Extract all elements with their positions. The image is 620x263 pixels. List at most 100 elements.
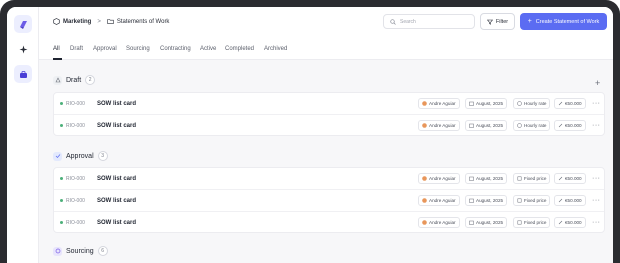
row-title: SOW list card bbox=[97, 219, 137, 226]
tab-draft[interactable]: Draft bbox=[70, 46, 83, 52]
draft-card: RIO-000 SOW list card Andre Aguiar Augus… bbox=[53, 92, 605, 136]
avatar bbox=[422, 101, 427, 106]
search-placeholder: Search bbox=[400, 18, 416, 25]
plus-icon: + bbox=[527, 18, 532, 25]
section-header-approval[interactable]: Approval 3 bbox=[53, 150, 108, 162]
active-tab-indicator bbox=[53, 58, 62, 60]
section-header-sourcing[interactable]: Sourcing 6 bbox=[53, 245, 108, 257]
more-options-icon[interactable]: ··· bbox=[592, 100, 601, 107]
section-title: Draft bbox=[66, 76, 82, 84]
status-tabs: All Draft Approval Sourcing Contracting … bbox=[39, 39, 613, 60]
tag-icon bbox=[517, 198, 522, 203]
approval-card: RIO-000 SOW list card Andre Aguiar Augus… bbox=[53, 167, 605, 233]
more-options-icon[interactable]: ··· bbox=[592, 122, 601, 129]
top-bar: Marketing > Statements of Work Search Fi… bbox=[39, 7, 613, 39]
calendar-icon bbox=[469, 220, 474, 225]
date-chip[interactable]: August, 2025 bbox=[465, 173, 508, 184]
create-sow-button[interactable]: + Create Statement of Work bbox=[520, 13, 607, 30]
more-options-icon[interactable]: ··· bbox=[592, 197, 601, 204]
link-icon bbox=[558, 198, 563, 203]
create-label: Create Statement of Work bbox=[535, 18, 600, 25]
clock-icon bbox=[517, 123, 522, 128]
status-dot bbox=[60, 102, 63, 105]
calendar-icon bbox=[469, 176, 474, 181]
search-input[interactable]: Search bbox=[383, 14, 475, 29]
table-row[interactable]: RIO-000 SOW list card Andre Aguiar Augus… bbox=[54, 115, 604, 136]
app-screen: Marketing > Statements of Work Search Fi… bbox=[7, 7, 613, 263]
breadcrumb-workspace[interactable]: Marketing bbox=[63, 19, 91, 25]
row-title: SOW list card bbox=[97, 122, 137, 129]
tab-approval[interactable]: Approval bbox=[93, 46, 117, 52]
section-title: Approval bbox=[66, 152, 94, 160]
rate-chip[interactable]: Hourly rate bbox=[513, 98, 551, 109]
amount-chip[interactable]: €50.000 bbox=[554, 195, 586, 206]
table-row[interactable]: RIO-000 SOW list card Andre Aguiar Augus… bbox=[54, 212, 604, 233]
tab-sourcing[interactable]: Sourcing bbox=[126, 46, 150, 52]
table-row[interactable]: RIO-000 SOW list card Andre Aguiar Augus… bbox=[54, 190, 604, 211]
clock-icon bbox=[517, 101, 522, 106]
avatar bbox=[422, 198, 427, 203]
owner-chip[interactable]: Andre Aguiar bbox=[418, 173, 460, 184]
table-row[interactable]: RIO-000 SOW list card Andre Aguiar Augus… bbox=[54, 168, 604, 189]
more-options-icon[interactable]: ··· bbox=[592, 175, 601, 182]
rate-chip[interactable]: Fixed price bbox=[513, 173, 551, 184]
owner-chip[interactable]: Andre Aguiar bbox=[418, 195, 460, 206]
row-title: SOW list card bbox=[97, 100, 137, 107]
row-id: RIO-000 bbox=[60, 123, 85, 129]
amount-chip[interactable]: €50.000 bbox=[554, 98, 586, 109]
avatar bbox=[422, 176, 427, 181]
breadcrumb: Marketing > Statements of Work bbox=[53, 18, 169, 25]
status-dot bbox=[60, 124, 63, 127]
main-area: Marketing > Statements of Work Search Fi… bbox=[39, 7, 613, 263]
row-id: RIO-000 bbox=[60, 220, 85, 226]
row-id: RIO-000 bbox=[60, 198, 85, 204]
briefcase-icon[interactable] bbox=[14, 65, 32, 83]
owner-chip[interactable]: Andre Aguiar bbox=[418, 98, 460, 109]
tab-contracting[interactable]: Contracting bbox=[160, 46, 191, 52]
search-icon bbox=[390, 18, 396, 25]
amount-chip[interactable]: €50.000 bbox=[554, 120, 586, 131]
amount-chip[interactable]: €50.000 bbox=[554, 173, 586, 184]
link-icon bbox=[558, 220, 563, 225]
filter-button[interactable]: Filter bbox=[480, 13, 515, 30]
folder-icon bbox=[107, 18, 114, 25]
calendar-icon bbox=[469, 198, 474, 203]
app-logo-icon[interactable] bbox=[14, 15, 32, 33]
rate-chip[interactable]: Fixed price bbox=[513, 195, 551, 206]
link-icon bbox=[558, 176, 563, 181]
rate-chip[interactable]: Fixed price bbox=[513, 217, 551, 228]
sidebar-rail bbox=[7, 7, 39, 263]
calendar-icon bbox=[469, 101, 474, 106]
calendar-icon bbox=[469, 123, 474, 128]
row-title: SOW list card bbox=[97, 175, 137, 182]
date-chip[interactable]: August, 2025 bbox=[465, 120, 508, 131]
breadcrumb-page[interactable]: Statements of Work bbox=[117, 19, 170, 25]
rate-chip[interactable]: Hourly rate bbox=[513, 120, 551, 131]
approval-icon bbox=[53, 151, 62, 161]
section-header-draft[interactable]: Draft 2 bbox=[53, 74, 96, 86]
tab-completed[interactable]: Completed bbox=[225, 46, 254, 52]
row-id: RIO-000 bbox=[60, 176, 85, 182]
date-chip[interactable]: August, 2025 bbox=[465, 217, 508, 228]
date-chip[interactable]: August, 2025 bbox=[465, 195, 508, 206]
device-frame: Marketing > Statements of Work Search Fi… bbox=[0, 0, 620, 263]
link-icon bbox=[558, 123, 563, 128]
date-chip[interactable]: August, 2025 bbox=[465, 98, 508, 109]
owner-chip[interactable]: Andre Aguiar bbox=[418, 217, 460, 228]
tab-all[interactable]: All bbox=[53, 46, 60, 52]
tag-icon bbox=[517, 220, 522, 225]
sparkle-icon[interactable] bbox=[14, 40, 32, 58]
section-count: 3 bbox=[97, 151, 108, 161]
table-row[interactable]: RIO-000 SOW list card Andre Aguiar Augus… bbox=[54, 93, 604, 114]
section-title: Sourcing bbox=[66, 247, 94, 255]
status-dot bbox=[60, 221, 63, 224]
amount-chip[interactable]: €50.000 bbox=[554, 217, 586, 228]
add-icon[interactable]: + bbox=[595, 78, 600, 88]
tag-icon bbox=[517, 176, 522, 181]
tab-active[interactable]: Active bbox=[200, 46, 216, 52]
tab-archived[interactable]: Archived bbox=[264, 46, 287, 52]
owner-chip[interactable]: Andre Aguiar bbox=[418, 120, 460, 131]
filter-label: Filter bbox=[495, 18, 509, 25]
workspace-icon bbox=[53, 18, 60, 25]
more-options-icon[interactable]: ··· bbox=[592, 219, 601, 226]
